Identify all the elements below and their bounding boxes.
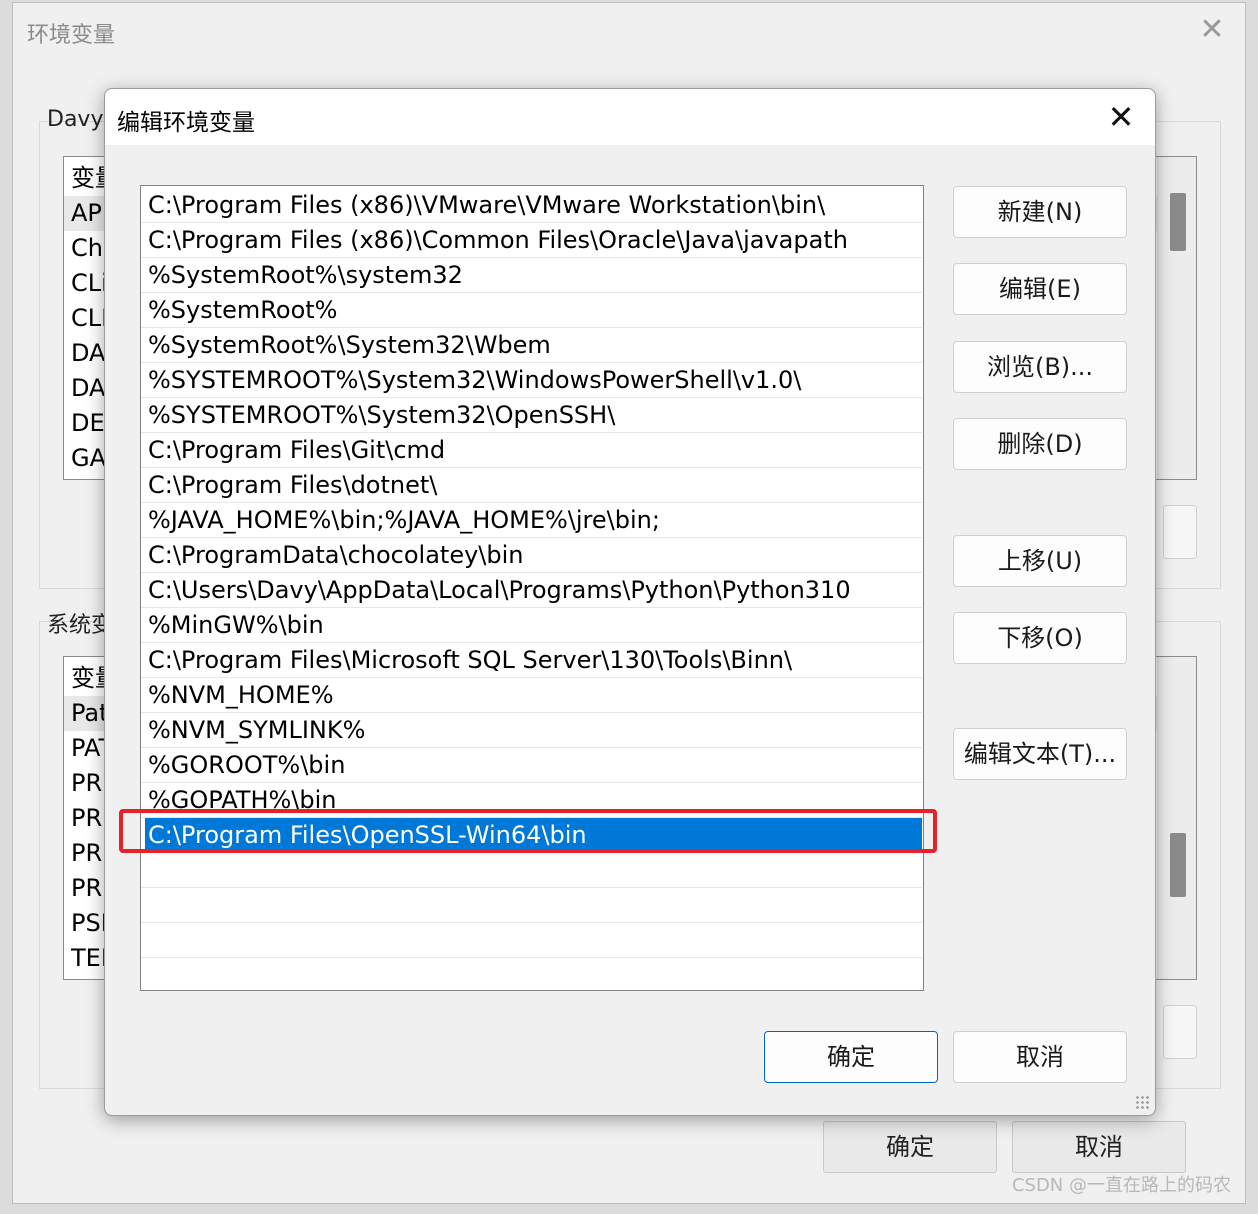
scrollbar-thumb[interactable]	[1170, 833, 1186, 897]
path-item[interactable]: %SYSTEMROOT%\System32\OpenSSH\	[141, 398, 922, 433]
parent-cancel-button[interactable]: 取消	[1012, 1121, 1186, 1173]
path-item[interactable]: %SystemRoot%	[141, 293, 922, 328]
path-item[interactable]: C:\ProgramData\chocolatey\bin	[141, 538, 922, 573]
move-down-button[interactable]: 下移(O)	[953, 612, 1127, 664]
ok-button[interactable]: 确定	[764, 1031, 938, 1083]
window-title: 环境变量	[27, 23, 116, 48]
table-row[interactable]: GA	[71, 441, 106, 476]
user-variables-label: Davy	[47, 107, 104, 132]
edit-button[interactable]: 编辑(E)	[953, 263, 1127, 315]
empty-row[interactable]	[141, 888, 922, 923]
empty-row[interactable]	[141, 923, 922, 958]
table-row[interactable]: CLi	[71, 266, 108, 301]
path-item[interactable]: C:\Program Files (x86)\VMware\VMware Wor…	[141, 188, 922, 223]
empty-row[interactable]	[141, 853, 922, 888]
scrollbar-thumb[interactable]	[1170, 193, 1186, 251]
path-item[interactable]: %NVM_SYMLINK%	[141, 713, 922, 748]
empty-row[interactable]	[141, 958, 922, 990]
watermark: CSDN @一直在路上的码农	[1011, 1175, 1231, 1196]
browse-button[interactable]: 浏览(B)...	[953, 341, 1127, 393]
delete-button[interactable]: 删除(D)	[953, 418, 1127, 470]
path-item[interactable]: %SystemRoot%\system32	[141, 258, 922, 293]
scrollbar[interactable]	[1157, 657, 1196, 979]
path-item[interactable]: C:\Program Files (x86)\Common Files\Orac…	[141, 223, 922, 258]
red-highlight-annotation	[119, 809, 937, 853]
path-item[interactable]: %MinGW%\bin	[141, 608, 922, 643]
path-item[interactable]: %NVM_HOME%	[141, 678, 922, 713]
edit-text-button[interactable]: 编辑文本(T)...	[953, 728, 1127, 780]
user-variables-buttons-area	[1163, 505, 1197, 559]
close-icon[interactable]: ✕	[1197, 15, 1227, 45]
table-row[interactable]: PR	[71, 836, 102, 871]
path-item[interactable]: %JAVA_HOME%\bin;%JAVA_HOME%\jre\bin;	[141, 503, 922, 538]
path-item[interactable]: %SystemRoot%\System32\Wbem	[141, 328, 922, 363]
system-variables-buttons-area	[1163, 1005, 1197, 1059]
cancel-button[interactable]: 取消	[953, 1031, 1127, 1083]
move-up-button[interactable]: 上移(U)	[953, 535, 1127, 587]
close-icon[interactable]: ✕	[1105, 101, 1137, 133]
table-row[interactable]: PSI	[71, 906, 108, 941]
dialog-title: 编辑环境变量	[117, 110, 255, 136]
table-row[interactable]: Ch	[71, 231, 103, 266]
table-row[interactable]: PR	[71, 871, 102, 906]
new-button[interactable]: 新建(N)	[953, 186, 1127, 238]
dialog-titlebar: 编辑环境变量 ✕	[105, 89, 1155, 145]
table-row[interactable]: DA	[71, 371, 105, 406]
path-list[interactable]: C:\Program Files (x86)\VMware\VMware Wor…	[140, 185, 924, 991]
table-row[interactable]: PR	[71, 766, 102, 801]
table-row[interactable]: CLI	[71, 301, 108, 336]
path-item[interactable]: %SYSTEMROOT%\System32\WindowsPowerShell\…	[141, 363, 922, 398]
table-row[interactable]: TEI	[71, 941, 108, 976]
path-item[interactable]: %GOROOT%\bin	[141, 748, 922, 783]
table-row[interactable]: PR	[71, 801, 102, 836]
edit-environment-variable-dialog: 编辑环境变量 ✕ C:\Program Files (x86)\VMware\V…	[104, 88, 1156, 1116]
path-item[interactable]: C:\Users\Davy\AppData\Local\Programs\Pyt…	[141, 573, 922, 608]
resize-grip-icon[interactable]	[1135, 1095, 1149, 1109]
path-item[interactable]: C:\Program Files\Microsoft SQL Server\13…	[141, 643, 922, 678]
table-row[interactable]: DA	[71, 336, 105, 371]
path-item[interactable]: C:\Program Files\Git\cmd	[141, 433, 922, 468]
parent-ok-button[interactable]: 确定	[823, 1121, 997, 1173]
table-row[interactable]: DE	[71, 406, 105, 441]
path-item[interactable]: C:\Program Files\dotnet\	[141, 468, 922, 503]
